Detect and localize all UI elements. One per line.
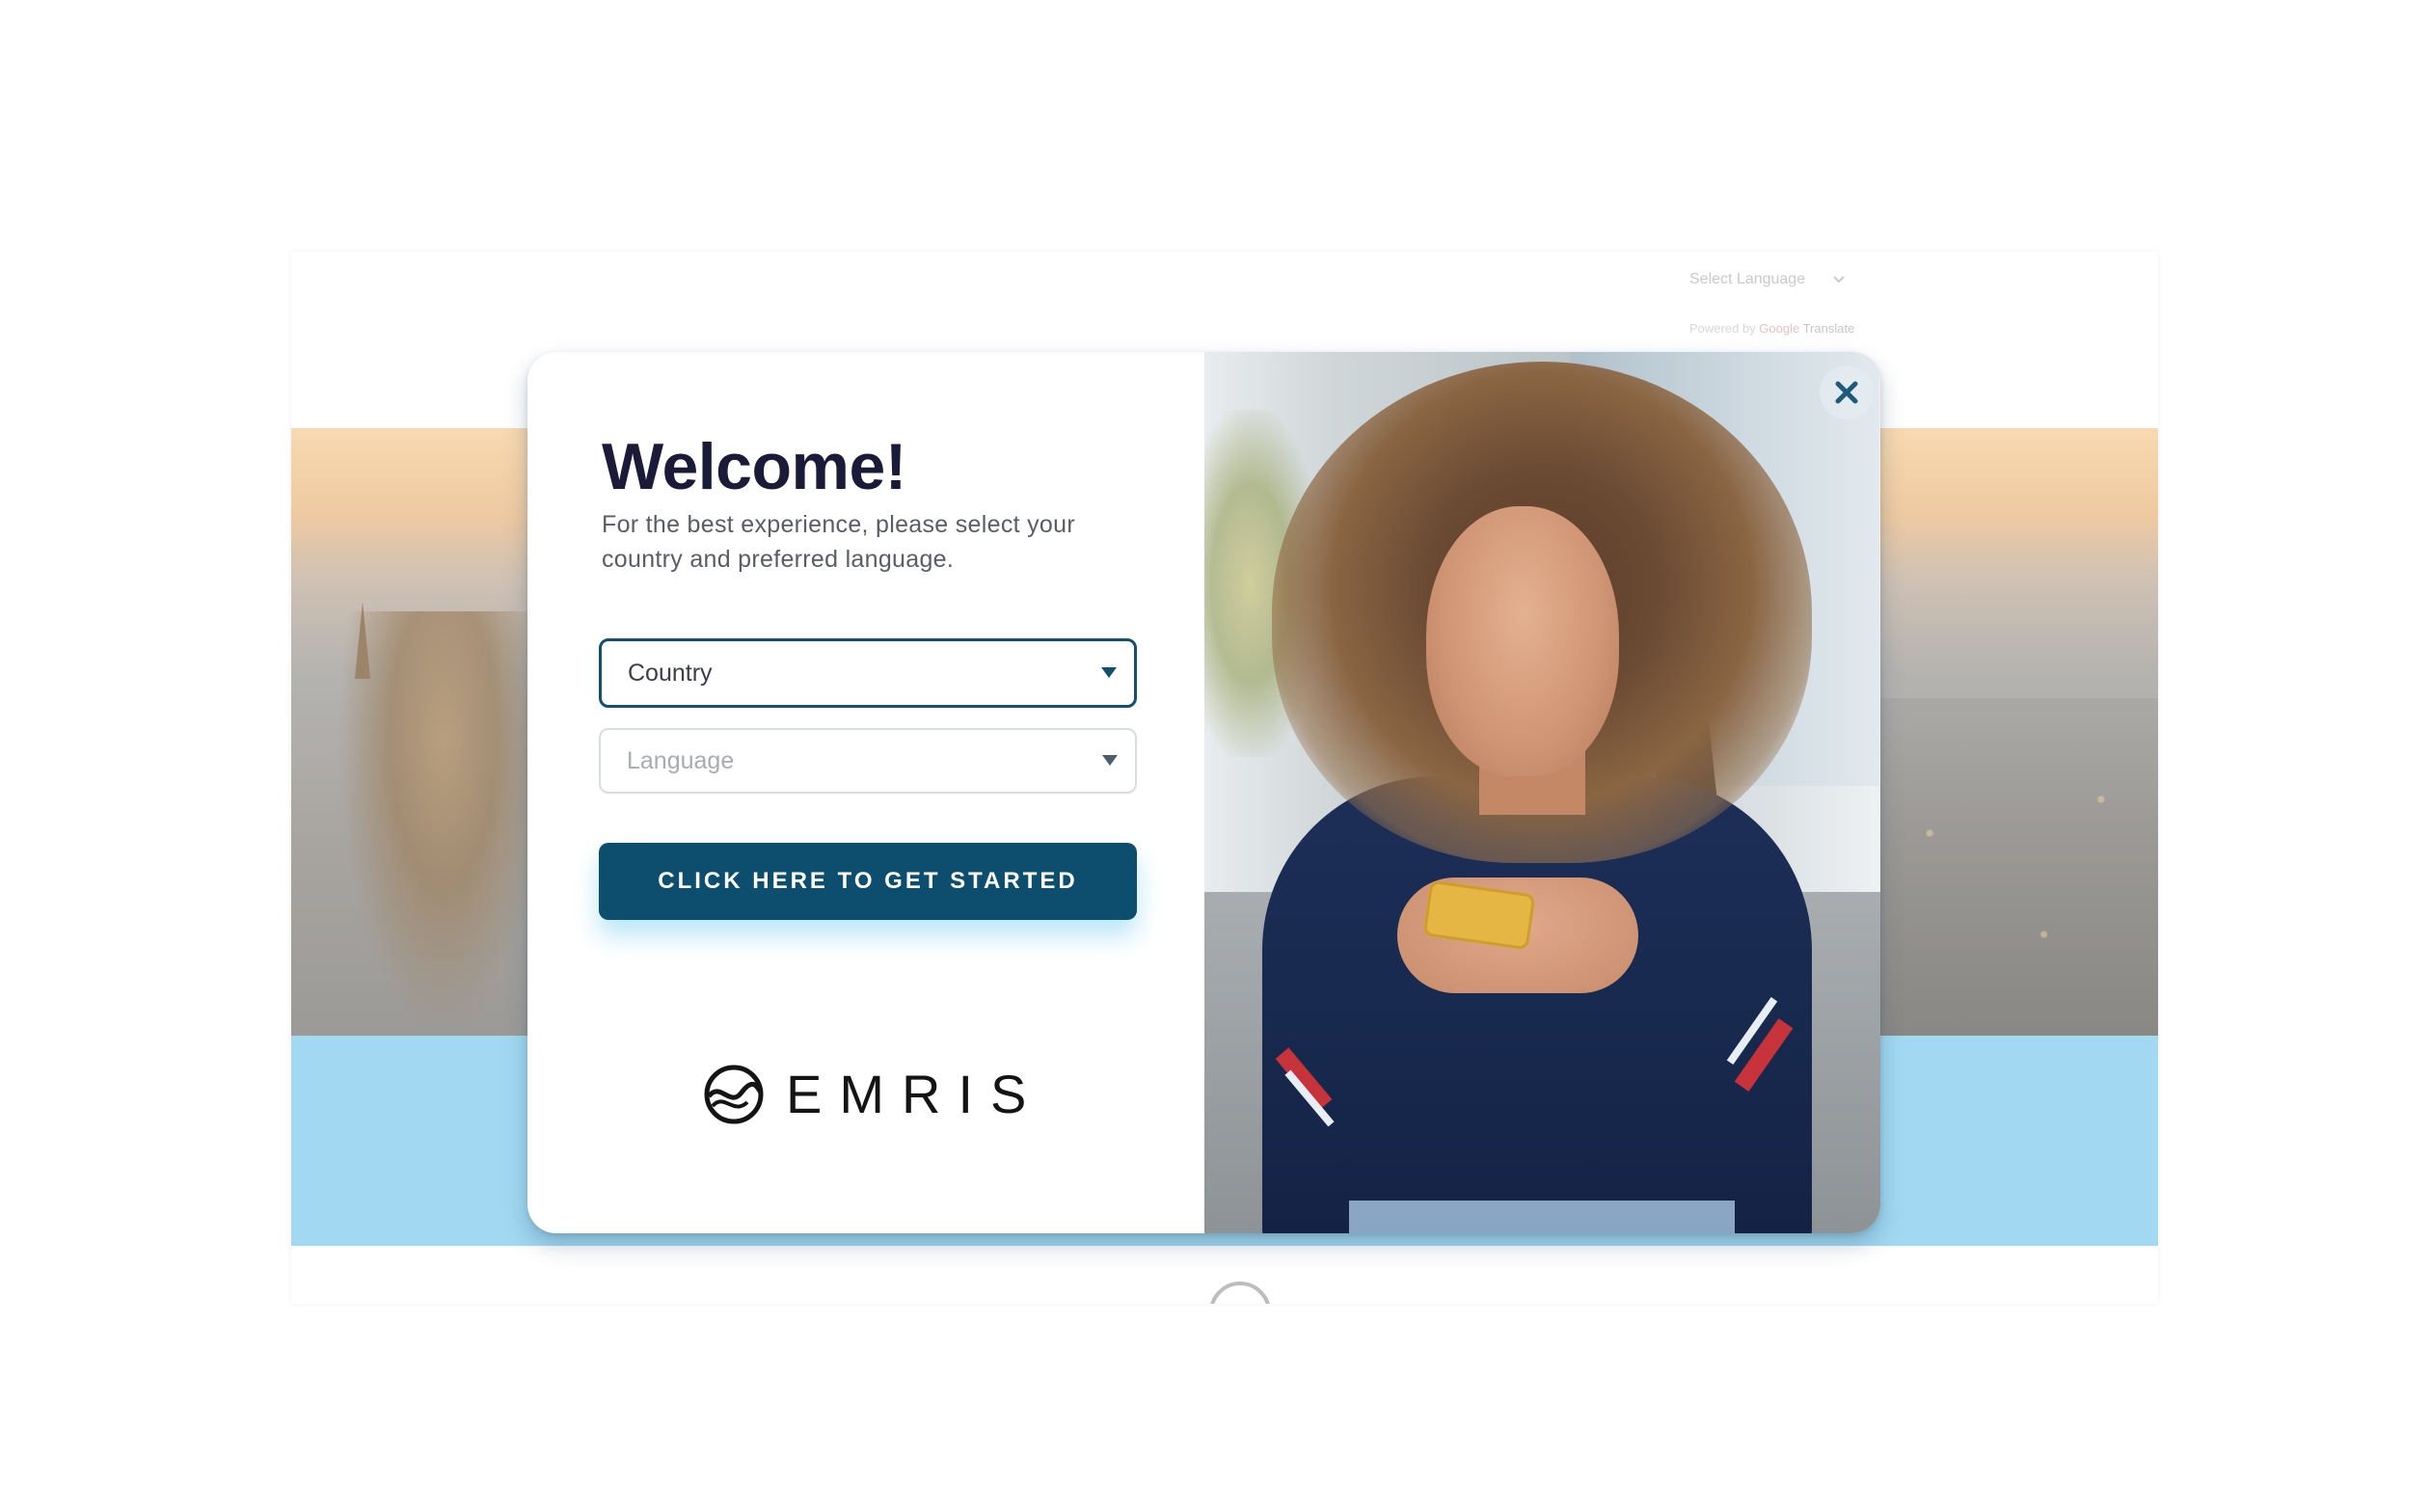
city-lights-image [1873, 698, 2158, 1036]
jeans [1349, 1201, 1735, 1233]
language-selector[interactable]: Select Language [1689, 267, 1846, 292]
welcome-modal: Welcome! For the best experience, please… [527, 352, 1880, 1233]
woman-with-phone-photo [1204, 352, 1880, 1233]
modal-form-panel: Welcome! For the best experience, please… [527, 352, 1204, 1233]
language-select-value: Language [627, 746, 735, 774]
country-select[interactable]: Country [599, 638, 1137, 708]
face [1426, 506, 1619, 776]
spire-image [355, 602, 370, 679]
welcome-subtitle: For the best experience, please select y… [602, 511, 1075, 573]
scroll-circle-icon [1209, 1282, 1271, 1304]
close-button[interactable] [1820, 365, 1874, 419]
emris-logo-icon [704, 1065, 764, 1123]
language-select[interactable]: Language [599, 728, 1137, 794]
powered-by-text: Powered by Google Translate [1689, 321, 1854, 336]
google-logo-text: Google [1759, 321, 1800, 336]
emris-logo-text: EMRIS [786, 1064, 1044, 1124]
language-selector-widget[interactable]: Select Language Powered by Google Transl… [1689, 267, 2158, 336]
powered-by-label: Powered by [1689, 321, 1756, 336]
close-icon [1835, 381, 1858, 404]
translate-link[interactable]: Translate [1803, 321, 1855, 336]
country-select-value: Country [628, 659, 713, 687]
chevron-down-icon [1833, 276, 1845, 284]
caret-down-icon [1102, 755, 1118, 766]
emris-logo: EMRIS [703, 1063, 1043, 1125]
get-started-button[interactable]: CLICK HERE TO GET STARTED [599, 843, 1137, 920]
language-selector-label: Select Language [1689, 271, 1806, 287]
welcome-title: Welcome! [602, 430, 906, 503]
caret-down-icon [1101, 667, 1117, 678]
